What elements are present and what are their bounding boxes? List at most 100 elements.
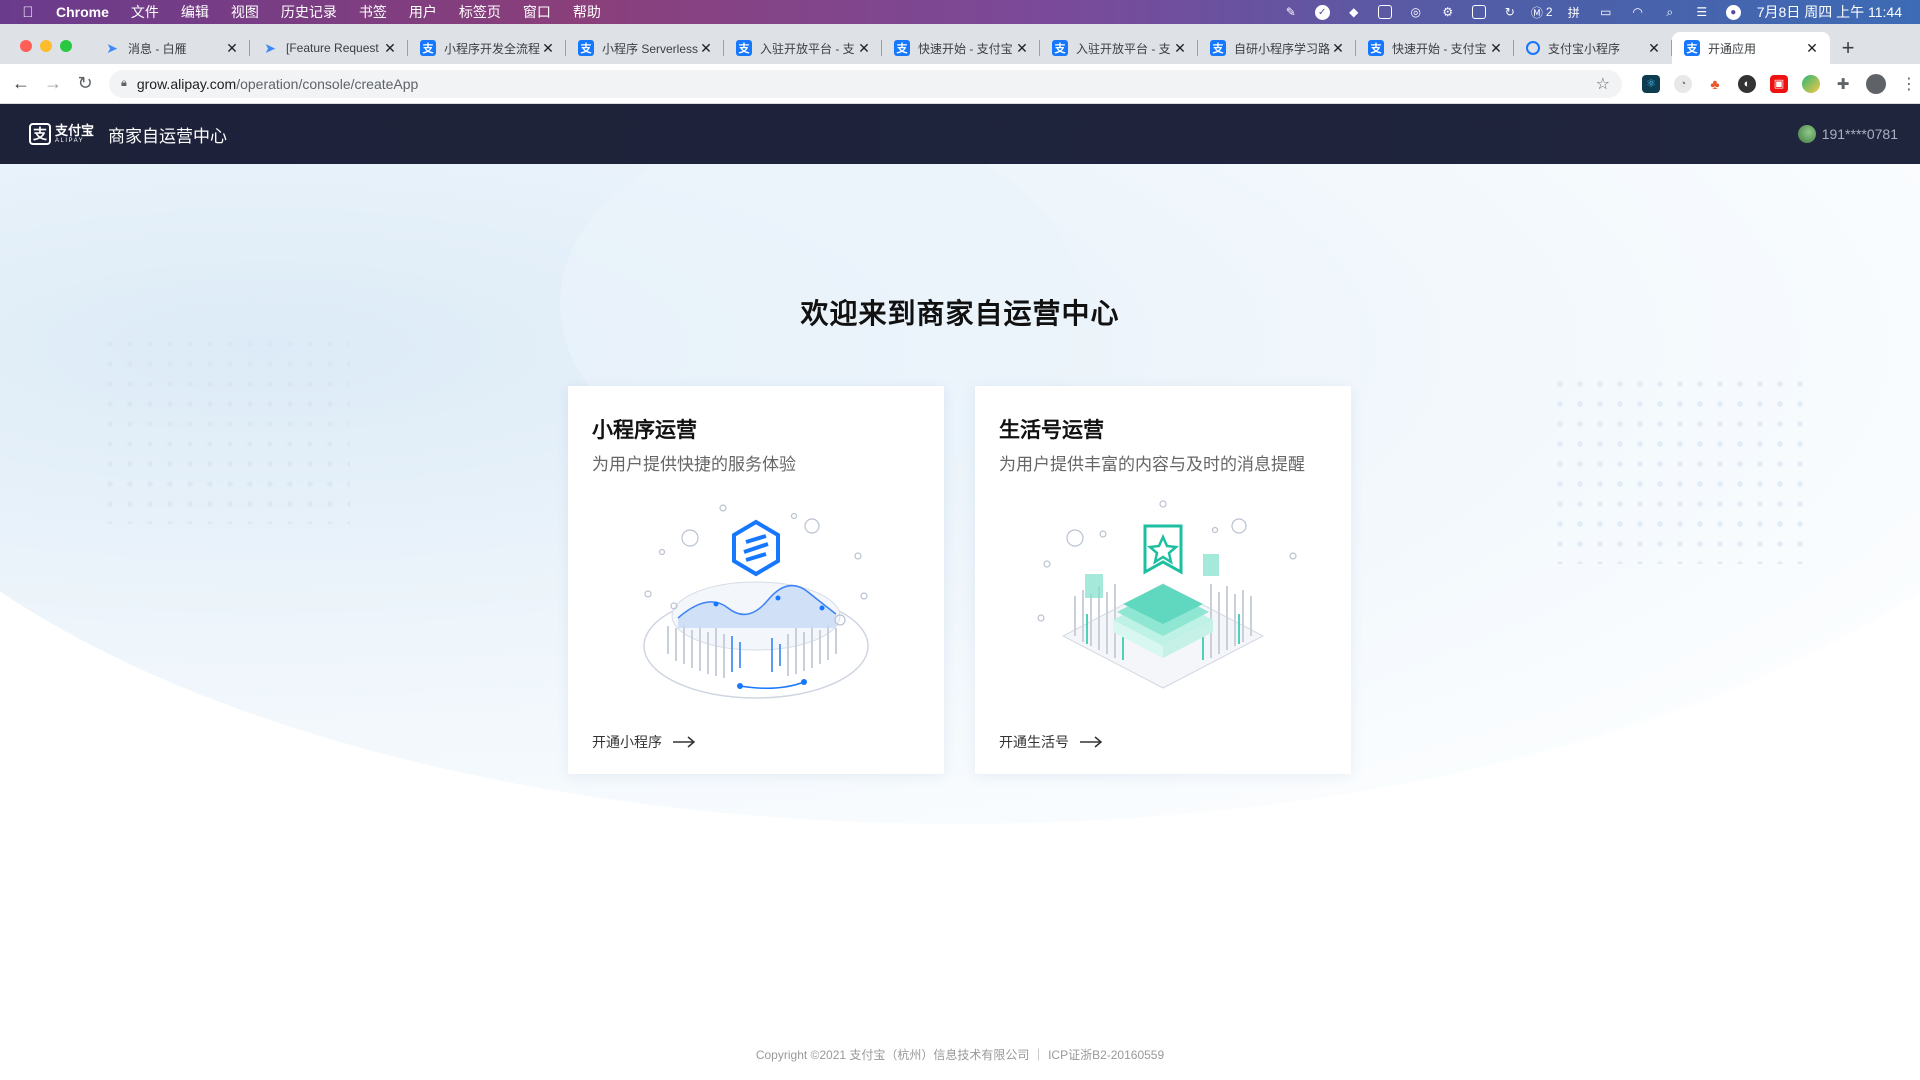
alipay-logo[interactable]: 支 支付宝 ALIPAY (29, 123, 94, 145)
background-dots-left (100, 334, 350, 524)
avatar (1797, 125, 1816, 143)
action-label: 开通生活号 (999, 734, 1069, 750)
menu-edit[interactable]: 编辑 (170, 2, 220, 22)
alipay-icon: 支 (1210, 40, 1226, 56)
more-menu-icon[interactable]: ⋮ (1900, 75, 1918, 93)
tab-title: 自研小程序学习路 (1234, 41, 1330, 56)
main-content: 欢迎来到商家自运营中心 小程序运营 为用户提供快捷的服务体验 开通小程序 生活号… (0, 164, 1920, 1080)
puzzle-extensions-icon[interactable]: ✚ (1834, 75, 1852, 93)
tab-quick-start-1[interactable]: 支 快速开始 - 支付宝 ✕ (882, 32, 1040, 64)
siri-icon[interactable]: ● (1725, 4, 1741, 20)
tab-title: 入驻开放平台 - 支 (1076, 41, 1171, 56)
menu-bookmarks[interactable]: 书签 (348, 2, 398, 22)
apple-icon[interactable]:  (0, 4, 56, 21)
minimize-window-button[interactable] (40, 40, 52, 52)
action-label: 开通小程序 (592, 734, 662, 750)
close-tab-icon[interactable]: ✕ (1014, 40, 1030, 57)
tab-feature-request[interactable]: ➤ [Feature Request ✕ (250, 32, 408, 64)
extension-clock-icon[interactable]: ◔ (1674, 74, 1692, 93)
close-tab-icon[interactable]: ✕ (1646, 40, 1662, 57)
miniapp-illustration (643, 504, 869, 699)
stripes-icon[interactable] (1377, 5, 1392, 19)
tab-learning-path[interactable]: 支 自研小程序学习路 ✕ (1198, 32, 1356, 64)
tab-open-platform-1[interactable]: 支 入驻开放平台 - 支 ✕ (724, 32, 882, 64)
tab-create-app[interactable]: 支 开通应用 ✕ (1672, 32, 1830, 64)
shield-icon[interactable]: ◆ (1346, 4, 1362, 20)
tab-miniapp-serverless[interactable]: 支 小程序 Serverless ✕ (566, 32, 724, 64)
alipay-icon: 支 (736, 40, 752, 56)
forward-button[interactable]: → (37, 68, 69, 100)
menu-file[interactable]: 文件 (120, 2, 170, 22)
user-account[interactable]: 191****0781 (1797, 125, 1898, 143)
arrow-right-icon (1080, 736, 1103, 748)
battery-icon[interactable]: ▭ (1598, 4, 1614, 20)
close-tab-icon[interactable]: ✕ (540, 40, 556, 57)
mail-badge-icon[interactable]: Ⓜ 2 (1531, 4, 1553, 20)
react-devtools-icon[interactable]: ⚛ (1642, 74, 1660, 93)
reload-button[interactable]: ↻ (69, 68, 101, 100)
close-tab-icon[interactable]: ✕ (1804, 40, 1820, 57)
wifi-icon[interactable]: ◠ (1630, 4, 1646, 20)
tab-title: 消息 - 白雁 (128, 41, 187, 56)
tab-title: 小程序 Serverless (602, 41, 698, 56)
menu-window[interactable]: 窗口 (512, 2, 562, 22)
extension-tree-icon[interactable]: ♣ (1706, 75, 1724, 93)
profile-avatar-icon[interactable] (1866, 73, 1886, 94)
logo-en: ALIPAY (55, 138, 85, 144)
bookmark-star-icon[interactable]: ☆ (1596, 74, 1610, 94)
close-tab-icon[interactable]: ✕ (224, 40, 240, 57)
menu-clock[interactable]: 7月8日 周四 上午 11:44 (1757, 2, 1902, 22)
close-tab-icon[interactable]: ✕ (698, 40, 714, 57)
extension-dark-icon[interactable]: ◐ (1738, 74, 1756, 93)
extension-bar: ⚛ ◔ ♣ ◐ ▣ ✚ ⋮ (1642, 73, 1918, 94)
miniapp-operation-card[interactable]: 小程序运营 为用户提供快捷的服务体验 开通小程序 (568, 386, 944, 774)
tab-quick-start-2[interactable]: 支 快速开始 - 支付宝 ✕ (1356, 32, 1514, 64)
open-life-account-link[interactable]: 开通生活号 (999, 732, 1103, 752)
close-tab-icon[interactable]: ✕ (1330, 40, 1346, 57)
control-center-icon[interactable]: ☰ (1694, 4, 1710, 20)
card-description: 为用户提供快捷的服务体验 (592, 455, 796, 474)
tab-open-platform-2[interactable]: 支 入驻开放平台 - 支 ✕ (1040, 32, 1198, 64)
vpn-icon[interactable]: ✓ (1314, 4, 1330, 20)
menu-history[interactable]: 历史记录 (270, 2, 348, 22)
address-bar[interactable]: 🔒︎ grow.alipay.com/operation/console/cre… (109, 69, 1622, 98)
close-tab-icon[interactable]: ✕ (382, 40, 398, 57)
zoom-window-button[interactable] (60, 40, 72, 52)
input-method-icon[interactable]: 拼 (1566, 4, 1582, 20)
bird-icon: ➤ (264, 39, 276, 56)
footer-copyright: Copyright ©2021 支付宝（杭州）信息技术有限公司 ｜ ICP证浙B… (755, 1048, 1165, 1062)
tab-alipay-miniapp[interactable]: 支付宝小程序 ✕ (1514, 32, 1672, 64)
close-tab-icon[interactable]: ✕ (1488, 40, 1504, 57)
tab-title: 支付宝小程序 (1548, 41, 1621, 56)
close-tab-icon[interactable]: ✕ (856, 40, 872, 57)
miniapp-icon (1526, 41, 1540, 55)
extension-red-icon[interactable]: ▣ (1770, 74, 1788, 93)
gear-icon[interactable]: ⚙ (1440, 4, 1456, 20)
new-tab-button[interactable]: + (1830, 32, 1866, 64)
tab-messages[interactable]: ➤ 消息 - 白雁 ✕ (92, 32, 250, 64)
spotlight-search-icon[interactable]: ⌕ (1662, 4, 1678, 20)
back-button[interactable]: ← (5, 68, 37, 100)
window-icon[interactable] (1471, 5, 1486, 19)
menu-profiles[interactable]: 用户 (398, 2, 448, 22)
menu-tab[interactable]: 标签页 (448, 2, 512, 22)
alipay-icon: 支 (578, 40, 594, 56)
wechat-icon[interactable]: ◎ (1408, 4, 1424, 20)
tab-title: 快速开始 - 支付宝 (1392, 41, 1487, 56)
life-account-operation-card[interactable]: 生活号运营 为用户提供丰富的内容与及时的消息提醒 开通生活号 (975, 386, 1351, 774)
close-tab-icon[interactable]: ✕ (1172, 40, 1188, 57)
lock-icon[interactable]: 🔒︎ (121, 77, 127, 90)
tab-miniapp-dev[interactable]: 支 小程序开发全流程 ✕ (408, 32, 566, 64)
menu-help[interactable]: 帮助 (562, 2, 612, 22)
sync-icon[interactable]: ↻ (1502, 4, 1518, 20)
browser-toolbar: ← → ↻ 🔒︎ grow.alipay.com/operation/conso… (0, 64, 1920, 104)
open-miniapp-link[interactable]: 开通小程序 (592, 732, 696, 752)
extension-colorful-icon[interactable] (1802, 74, 1820, 93)
tab-title: 快速开始 - 支付宝 (918, 41, 1013, 56)
menu-view[interactable]: 视图 (220, 2, 270, 22)
close-window-button[interactable] (20, 40, 32, 52)
logo-cn: 支付宝 (55, 123, 95, 138)
alipay-icon: 支 (1368, 40, 1384, 56)
menu-app-name[interactable]: Chrome (56, 4, 120, 20)
feather-icon[interactable]: ✎ (1283, 4, 1299, 20)
